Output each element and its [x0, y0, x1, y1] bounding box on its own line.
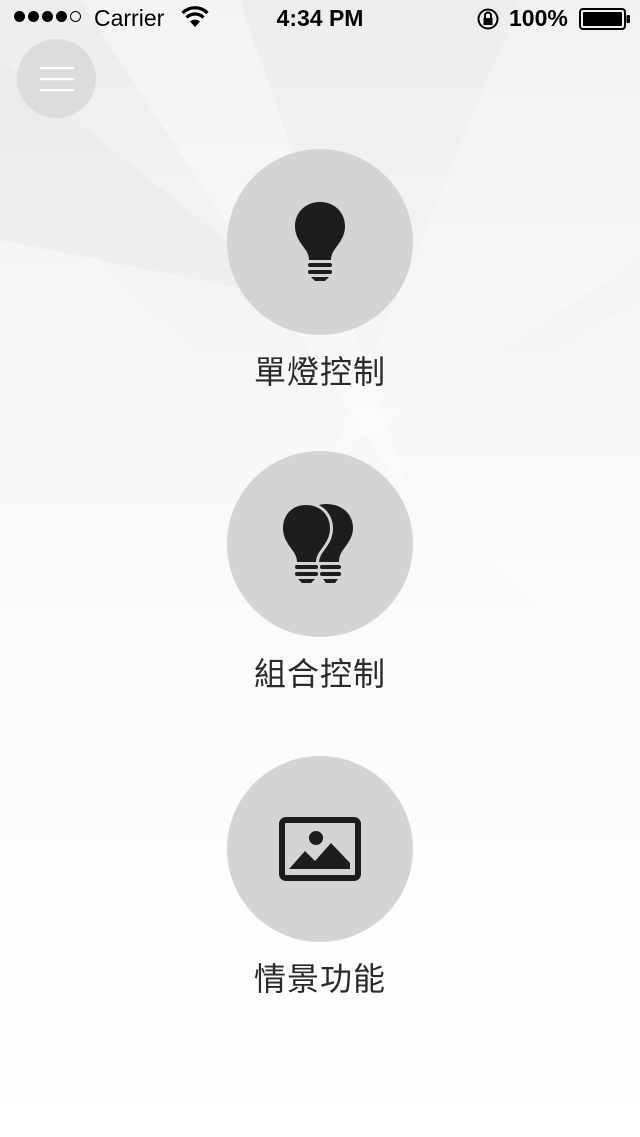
group-control-label: 組合控制	[253, 655, 386, 693]
battery-percentage: 100%	[509, 5, 568, 31]
hamburger-menu-icon	[39, 66, 74, 91]
battery-icon	[579, 8, 631, 36]
single-light-button[interactable]	[227, 149, 413, 335]
scene-label: 情景功能	[253, 960, 386, 998]
feature-group-control[interactable]: 組合控制	[0, 451, 640, 695]
scene-button[interactable]	[227, 756, 413, 942]
picture-icon	[279, 817, 361, 881]
status-bar: Carrier 4:34 PM 100%	[0, 0, 640, 36]
single-bulb-icon	[295, 202, 345, 281]
double-bulb-icon	[280, 502, 353, 583]
menu-button[interactable]	[17, 39, 96, 118]
single-light-label: 單燈控制	[253, 353, 386, 391]
feature-single-light[interactable]: 單燈控制	[0, 149, 640, 393]
rotation-lock-icon	[476, 7, 500, 37]
feature-scene[interactable]: 情景功能	[0, 756, 640, 1000]
group-control-button[interactable]	[227, 451, 413, 637]
